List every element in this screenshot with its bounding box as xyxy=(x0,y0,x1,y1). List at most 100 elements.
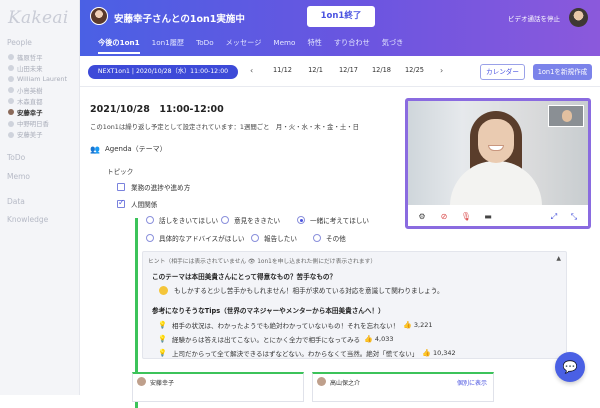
request-option[interactable]: 話しをきいてほしい xyxy=(146,215,218,225)
request-option[interactable]: その他 xyxy=(313,233,346,243)
date-item[interactable]: 12/1 xyxy=(299,66,332,74)
radio-button[interactable] xyxy=(313,234,321,242)
avatar xyxy=(8,54,14,60)
request-option[interactable]: 意見をききたい xyxy=(221,215,280,225)
sidebar: Kakeai People 篠原哲平 山田未来 William Laurent … xyxy=(0,0,80,395)
stop-video-call-link[interactable]: ビデオ通話を停止 xyxy=(508,13,560,23)
lightbulb-icon: 💡 xyxy=(158,349,167,357)
request-option[interactable]: 具体的なアドバイスがほしい xyxy=(146,233,245,243)
user-avatar[interactable] xyxy=(569,8,588,27)
radio-label: 話しをきいてほしい xyxy=(159,217,219,225)
show-individually-link[interactable]: 個別に表示 xyxy=(457,378,487,387)
tab-traits[interactable]: 特性 xyxy=(307,38,321,54)
radio-button[interactable] xyxy=(146,234,154,242)
person-name: 小島英樹 xyxy=(17,86,43,95)
avatar xyxy=(8,98,14,105)
person-name: 篠原哲平 xyxy=(17,53,43,62)
person-item[interactable]: 中野明日香 xyxy=(8,119,78,129)
like-count[interactable]: 👍 10,342 xyxy=(422,349,455,357)
avatar xyxy=(8,76,14,83)
sidebar-item-data[interactable]: Data xyxy=(7,197,25,206)
video-controls: ⚙ ⊘ 🎙 ▬ ⤢ ⤡ xyxy=(408,205,588,226)
self-video-preview[interactable] xyxy=(548,105,584,127)
avatar xyxy=(8,109,14,116)
recurrence-note: この1on1は繰り返し予定として設定されています：1週間ごと 月・火・水・木・金… xyxy=(90,123,360,131)
like-count[interactable]: 👍 4,033 xyxy=(364,335,393,343)
topic-option[interactable]: 業務の進捗や進め方 xyxy=(117,182,190,192)
date-item[interactable]: 12/17 xyxy=(332,66,365,74)
participant-card: 安藤幸子 xyxy=(132,372,304,402)
calendar-button[interactable]: カレンダー xyxy=(480,64,525,80)
gear-icon[interactable]: ⚙ xyxy=(416,211,428,223)
date-item[interactable]: 12/25 xyxy=(398,66,431,74)
person-item[interactable]: 山田未来 xyxy=(8,63,78,73)
participant-name: 高山保之介 xyxy=(330,380,361,387)
avatar xyxy=(8,131,14,138)
participant-card: 高山保之介 個別に表示 xyxy=(312,372,494,402)
radio-label: その他 xyxy=(326,235,346,243)
date-item[interactable]: 11/12 xyxy=(266,66,299,74)
header-tabs: 今後の1on1 1on1履歴 ToDo メッセージ Memo 特性 すり合わせ … xyxy=(98,38,415,54)
chevron-right-icon[interactable]: › xyxy=(440,66,443,75)
tab-alignment[interactable]: すり合わせ xyxy=(334,38,370,54)
person-item[interactable]: William Laurent xyxy=(8,74,78,84)
radio-button[interactable] xyxy=(251,234,259,242)
date-item[interactable]: 12/18 xyxy=(365,66,398,74)
radio-button[interactable] xyxy=(146,216,154,224)
people-icon: 👥 xyxy=(90,144,100,154)
expand-icon[interactable]: ⤢ xyxy=(548,211,560,223)
topic-option[interactable]: 人間関係 xyxy=(117,198,157,209)
chevron-left-icon[interactable]: ‹ xyxy=(250,66,253,75)
lightbulb-icon: 💡 xyxy=(158,335,167,343)
chat-bubble-icon[interactable]: 💬 xyxy=(555,352,585,382)
new-1on1-button[interactable]: 1on1を新規作成 xyxy=(533,64,592,80)
sidebar-item-knowledge[interactable]: Knowledge xyxy=(7,215,48,224)
like-count[interactable]: 👍 3,221 xyxy=(403,321,432,329)
person-item[interactable]: 安藤美子 xyxy=(8,130,78,140)
radio-button-selected[interactable] xyxy=(297,216,305,224)
request-option[interactable]: 報告したい xyxy=(251,233,297,243)
tip-text: 相手の状況は、わかったようでも絶対わかっていないもの！それを忘れない！ xyxy=(172,322,400,330)
mic-off-icon[interactable]: 🎙 xyxy=(460,211,472,223)
like-count-value: 4,033 xyxy=(374,335,394,343)
avatar xyxy=(8,120,14,127)
tab-todo[interactable]: ToDo xyxy=(196,38,214,54)
avatar xyxy=(317,377,326,386)
radio-button[interactable] xyxy=(221,216,229,224)
tips-title: 参考になりそうなTips（世界のマネジャーやメンターから本田美貴さんへ！） xyxy=(152,307,385,315)
next-1on1-pill[interactable]: NEXT1on1 | 2020/10/28（水）11:00-12:00 xyxy=(88,65,238,79)
hint-panel: ヒント（相手には表示されていません 👁 1on1を申し込まれた側にだけ表示されま… xyxy=(142,251,567,359)
tab-upcoming[interactable]: 今後の1on1 xyxy=(98,38,140,54)
screen-share-icon[interactable]: ▬ xyxy=(482,211,494,223)
end-1on1-button[interactable]: 1on1終了 xyxy=(307,6,375,27)
person-item-active[interactable]: 安藤幸子 xyxy=(8,107,78,117)
topic-checkbox[interactable] xyxy=(117,183,125,191)
person-item[interactable]: 小島英樹 xyxy=(8,85,78,95)
thumbs-up-icon: 👍 xyxy=(403,321,412,329)
topic-label: トピック xyxy=(107,168,134,176)
hint-header: ヒント（相手には表示されていません 👁 1on1を申し込まれた側にだけ表示されま… xyxy=(148,259,377,265)
topic-checkbox-checked[interactable] xyxy=(117,198,125,208)
tip-item: 💡 経験からは答えは出てこない。とにかく全力で相手になってみる 👍 4,033 xyxy=(158,334,394,344)
tab-insights[interactable]: 気づき xyxy=(382,38,404,54)
tab-history[interactable]: 1on1履歴 xyxy=(152,38,184,54)
person-item[interactable]: 木森直都 xyxy=(8,96,78,106)
tab-messages[interactable]: メッセージ xyxy=(226,38,262,54)
camera-off-icon[interactable]: ⊘ xyxy=(438,211,450,223)
tab-memo[interactable]: Memo xyxy=(273,38,295,54)
hint-answer-text: もしかすると少し苦手かもしれません！相手が求めている対応を意識して関わりましょう… xyxy=(174,287,444,295)
agenda-heading: 👥 Agenda（テーマ） xyxy=(90,144,167,154)
people-list: 篠原哲平 山田未来 William Laurent 小島英樹 木森直都 安藤幸子… xyxy=(8,52,78,141)
sidebar-item-todo[interactable]: ToDo xyxy=(7,153,25,162)
person-item[interactable]: 篠原哲平 xyxy=(8,52,78,62)
person-name: 木森直都 xyxy=(17,97,43,106)
people-section-label[interactable]: People xyxy=(7,38,32,47)
shrink-icon[interactable]: ⤡ xyxy=(568,211,580,223)
request-option[interactable]: 一緒に考えてほしい xyxy=(297,215,369,225)
sidebar-item-memo[interactable]: Memo xyxy=(7,172,30,181)
video-call-panel[interactable]: ⚙ ⊘ 🎙 ▬ ⤢ ⤡ xyxy=(405,98,591,229)
chevron-up-icon[interactable]: ▲ xyxy=(556,255,561,262)
thumbs-up-icon: 👍 xyxy=(364,335,373,343)
person-name: 安藤美子 xyxy=(17,131,43,140)
tip-text: 上司だからって全て解決できるはずなどない。わからなくて当然。絶対「慌てない」 xyxy=(172,350,419,358)
